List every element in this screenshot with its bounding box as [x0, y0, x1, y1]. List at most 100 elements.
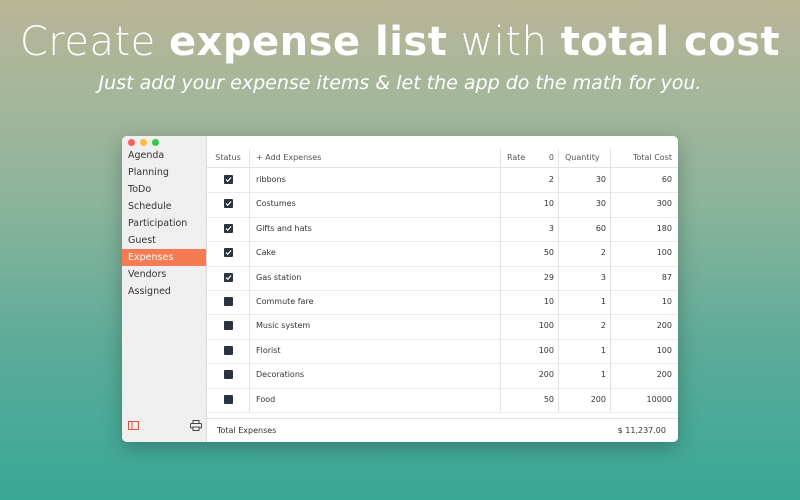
- rate-cell[interactable]: 50: [500, 387, 558, 412]
- unchecked-checkbox[interactable]: [223, 370, 233, 380]
- checked-checkbox[interactable]: [223, 272, 233, 282]
- table-row[interactable]: Food 50 200 10000: [207, 387, 678, 413]
- checkmark-icon: [225, 274, 231, 280]
- status-cell: [207, 314, 249, 338]
- total-cost-cell: 87: [610, 265, 678, 290]
- unchecked-checkbox[interactable]: [223, 345, 233, 355]
- table-row[interactable]: Commute fare 10 1 10: [207, 290, 678, 316]
- rate-cell[interactable]: 3: [500, 216, 558, 242]
- total-cost-cell: 300: [610, 192, 678, 217]
- rate-cell[interactable]: 10: [500, 290, 558, 315]
- sidebar-item-schedule[interactable]: Schedule: [122, 198, 206, 215]
- rate-cell[interactable]: 100: [500, 338, 558, 364]
- table-row[interactable]: Music system 100 2 200: [207, 314, 678, 340]
- sidebar-item-participation[interactable]: Participation: [122, 215, 206, 232]
- sidebar-item-planning[interactable]: Planning: [122, 164, 206, 181]
- hero-title-bold-1: expense list: [168, 19, 448, 65]
- quantity-cell[interactable]: 60: [558, 216, 610, 242]
- checked-checkbox[interactable]: [223, 175, 233, 184]
- hero-title: Create expense list with total cost: [0, 18, 800, 66]
- status-cell: [207, 363, 249, 387]
- sidebar-item-agenda[interactable]: Agenda: [122, 147, 206, 164]
- minimize-window-button[interactable]: [140, 139, 147, 146]
- table-row[interactable]: Decorations 200 1 200: [207, 363, 678, 389]
- checkmark-icon: [225, 250, 231, 256]
- sidebar-item-guest[interactable]: Guest: [122, 232, 206, 249]
- status-cell: [207, 266, 249, 290]
- table-footer: Total Expenses $ 11,237.00: [207, 418, 678, 442]
- hero-subtitle: Just add your expense items & let the ap…: [98, 72, 702, 94]
- total-cost-cell: 60: [610, 168, 678, 193]
- quantity-cell[interactable]: 30: [558, 168, 610, 193]
- total-expenses-label: Total Expenses: [217, 426, 277, 435]
- total-cost-cell: 10000: [610, 387, 678, 412]
- hero-title-bold-2: total cost: [560, 19, 781, 65]
- rate-header-extra: 0: [548, 153, 554, 162]
- rate-cell[interactable]: 29: [500, 265, 558, 290]
- checked-checkbox[interactable]: [223, 199, 233, 209]
- checked-checkbox[interactable]: [223, 223, 233, 233]
- status-cell: [207, 241, 249, 265]
- print-icon[interactable]: [190, 416, 202, 435]
- expense-name-cell[interactable]: Music system: [249, 314, 500, 339]
- hero-title-mid: with: [447, 19, 561, 65]
- sidebar-toggle-icon[interactable]: [128, 415, 139, 434]
- table-row[interactable]: Costumes 10 30 300: [207, 192, 678, 218]
- sidebar-item-vendors[interactable]: Vendors: [122, 266, 206, 283]
- table-row[interactable]: Florist 100 1 100: [207, 338, 678, 365]
- rate-cell[interactable]: 10: [500, 192, 558, 217]
- total-cost-cell: 200: [610, 314, 678, 339]
- quantity-cell[interactable]: 1: [558, 363, 610, 388]
- add-expenses-button[interactable]: + Add Expenses: [249, 149, 500, 167]
- total-cost-cell: 10: [610, 290, 678, 315]
- close-window-button[interactable]: [128, 139, 135, 146]
- status-cell: [207, 217, 249, 241]
- quantity-cell[interactable]: 2: [558, 241, 610, 266]
- quantity-cell[interactable]: 2: [558, 314, 610, 339]
- expense-name-cell[interactable]: Decorations: [249, 363, 500, 388]
- expense-name-cell[interactable]: Florist: [249, 338, 500, 364]
- rate-header-label: Rate: [507, 153, 526, 162]
- checkmark-icon: [225, 225, 231, 231]
- rate-cell[interactable]: 200: [500, 363, 558, 388]
- sidebar-item-assigned[interactable]: Assigned: [122, 283, 206, 300]
- expense-name-cell[interactable]: Commute fare: [249, 290, 500, 315]
- unchecked-checkbox[interactable]: [223, 394, 233, 404]
- status-cell: [207, 388, 249, 412]
- total-cost-cell: 180: [610, 216, 678, 242]
- hero-title-pre: Create: [19, 19, 169, 65]
- table-header: Status + Add Expenses Rate 0 Quantity Tot…: [207, 149, 678, 168]
- expense-name-cell[interactable]: Gifts and hats: [249, 216, 500, 242]
- status-cell: [207, 168, 249, 192]
- rate-cell[interactable]: 2: [500, 168, 558, 193]
- expense-name-cell[interactable]: Cake: [249, 241, 500, 266]
- expense-name-cell[interactable]: Costumes: [249, 192, 500, 217]
- quantity-cell[interactable]: 30: [558, 192, 610, 217]
- unchecked-checkbox[interactable]: [223, 321, 233, 331]
- app-window: Agenda Planning ToDo Schedule Participation G…: [122, 136, 678, 442]
- table-row[interactable]: Cake 50 2 100: [207, 241, 678, 267]
- total-cost-column-header: Total Cost: [610, 149, 678, 167]
- quantity-cell[interactable]: 1: [558, 338, 610, 364]
- expense-name-cell[interactable]: Food: [249, 387, 500, 412]
- total-cost-cell: 100: [610, 338, 678, 364]
- expense-name-cell[interactable]: Gas station: [249, 265, 500, 290]
- zoom-window-button[interactable]: [152, 139, 159, 146]
- checked-checkbox[interactable]: [223, 248, 233, 258]
- checkmark-icon: [225, 201, 231, 207]
- table-row[interactable]: Gas station 29 3 87: [207, 265, 678, 291]
- rate-cell[interactable]: 100: [500, 314, 558, 339]
- sidebar-item-todo[interactable]: ToDo: [122, 181, 206, 198]
- quantity-cell[interactable]: 3: [558, 265, 610, 290]
- unchecked-checkbox[interactable]: [223, 297, 233, 306]
- quantity-cell[interactable]: 1: [558, 290, 610, 315]
- status-column-header: Status: [215, 153, 241, 162]
- expenses-panel: Status + Add Expenses Rate 0 Quantity Tot…: [207, 136, 678, 442]
- table-row[interactable]: ribbons 2 30 60: [207, 168, 678, 194]
- sidebar-item-expenses[interactable]: Expenses: [122, 249, 206, 266]
- quantity-column-header: Quantity: [558, 149, 610, 167]
- table-row[interactable]: Gifts and hats 3 60 180: [207, 216, 678, 243]
- rate-cell[interactable]: 50: [500, 241, 558, 266]
- expense-name-cell[interactable]: ribbons: [249, 168, 500, 193]
- quantity-cell[interactable]: 200: [558, 387, 610, 412]
